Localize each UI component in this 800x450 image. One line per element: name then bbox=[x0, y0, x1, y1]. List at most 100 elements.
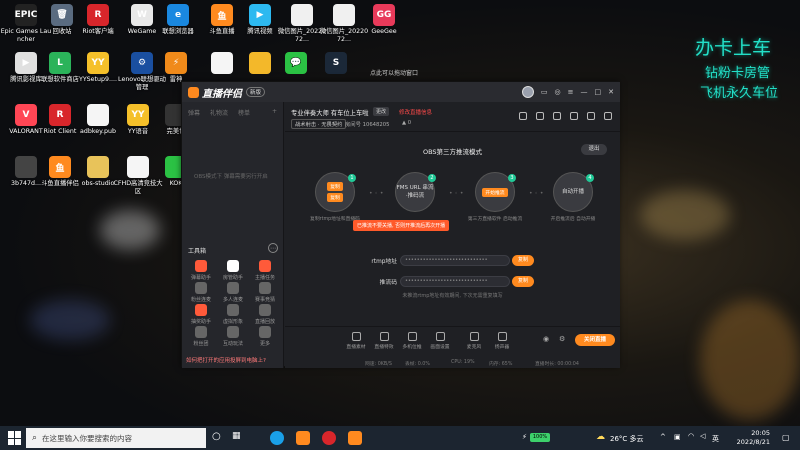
share-screen-icon[interactable] bbox=[553, 112, 561, 120]
steam-icon: S bbox=[325, 52, 347, 74]
input-lang[interactable]: 英 bbox=[712, 434, 719, 444]
tool-item[interactable]: 粉丝连麦 bbox=[186, 282, 216, 303]
avatar[interactable] bbox=[521, 86, 534, 98]
weather-text[interactable]: 26°C 多云 bbox=[610, 434, 644, 444]
wifi-icon[interactable]: ◠ bbox=[688, 432, 694, 440]
skin-icon[interactable]: ◎ bbox=[555, 88, 561, 96]
task-view-icon[interactable]: ○ bbox=[212, 431, 221, 442]
tool-icon bbox=[227, 304, 239, 316]
tool-item[interactable]: 直播回放 bbox=[250, 304, 280, 325]
clock[interactable]: 20:05 2022/8/21 bbox=[737, 429, 770, 447]
step-pill-button[interactable]: 复制 bbox=[327, 182, 343, 191]
step-pill-button[interactable]: 开始推流 bbox=[482, 187, 508, 197]
battery-indicator[interactable]: 100% bbox=[530, 433, 550, 442]
help-notice[interactable]: 如何把打开的应用投屏到电脑上? bbox=[186, 356, 280, 364]
settings-icon[interactable] bbox=[570, 112, 578, 120]
epic-games-launcher-icon: EPIC bbox=[15, 4, 37, 26]
bottom-tool-label: 直播特效 bbox=[374, 345, 394, 350]
rtmp-input[interactable]: •••••••••••••••••••••••••••• bbox=[400, 254, 510, 266]
step-pill-button[interactable]: 复制 bbox=[327, 193, 343, 202]
tab-gifts[interactable]: 礼物流 bbox=[210, 108, 228, 117]
obs-step-3: 3 开始推流 bbox=[475, 172, 516, 212]
stream-key-input[interactable]: •••••••••••••••••••••••••••• bbox=[400, 275, 510, 287]
bottom-tool-item[interactable]: 扬声器 bbox=[489, 332, 515, 350]
menu-icon[interactable]: ≡ bbox=[568, 88, 574, 96]
bottom-tool-item[interactable]: 直播特效 bbox=[371, 332, 397, 350]
tool-item[interactable]: 互动玩法 bbox=[218, 326, 248, 347]
taskview-grid-icon[interactable]: ▦ bbox=[232, 431, 241, 441]
douyu-companion-taskbar-icon[interactable] bbox=[348, 431, 362, 445]
desktop-icon-label: 腾讯视频 bbox=[247, 28, 273, 35]
tool-item[interactable]: 粉丝团 bbox=[186, 326, 216, 347]
tool-item[interactable]: 房管助手 bbox=[218, 260, 248, 281]
main-panel: 专业伴奏大师 有车位上车啦 更改 修改直播信息 战术射击 · 无畏契约 房间号 … bbox=[285, 102, 620, 368]
copy-rtmp-button[interactable]: 复制 bbox=[512, 254, 534, 266]
lock-icon[interactable] bbox=[536, 112, 544, 120]
gift-icon[interactable] bbox=[519, 112, 527, 120]
warning-banner: 已推流不要关播, 否则开推流后再次开播 bbox=[353, 220, 450, 231]
bottom-tool-item[interactable]: 麦克风 bbox=[461, 332, 487, 350]
wechat-image-2-icon bbox=[333, 4, 355, 26]
bottom-tool-item[interactable]: 多机位推 bbox=[399, 332, 425, 350]
search-input[interactable]: 在这里输入你要搜索的内容 bbox=[42, 433, 132, 444]
category-selector[interactable]: 战术射击 · 无畏契约 bbox=[291, 119, 347, 129]
bottom-tool-item[interactable]: 直播素材 bbox=[343, 332, 369, 350]
room-tool-icons bbox=[519, 112, 612, 120]
recycle-bin-icon: 🗑 bbox=[51, 4, 73, 26]
close-icon[interactable]: ✕ bbox=[608, 88, 614, 96]
taskbar-search[interactable]: ⌕ 在这里输入你要搜索的内容 bbox=[26, 428, 206, 448]
bottom-tool-label: 多机位推 bbox=[402, 345, 422, 350]
exit-obs-mode-button[interactable]: 退出 bbox=[581, 144, 607, 155]
bottom-tool-item[interactable]: 画面设置 bbox=[427, 332, 453, 350]
copy-stream-key-button[interactable]: 复制 bbox=[512, 275, 534, 287]
tab-add[interactable]: + bbox=[272, 108, 277, 117]
version-badge[interactable]: 新版 bbox=[246, 87, 266, 97]
step-connector-2: • ◦ • bbox=[449, 190, 464, 197]
maximize-icon[interactable]: □ bbox=[595, 88, 602, 96]
tool-item[interactable]: 更多 bbox=[250, 326, 280, 347]
title-bar[interactable]: 直播伴侣 新版 ▭ ◎ ≡ — □ ✕ bbox=[182, 82, 620, 102]
tool-item[interactable]: 主播任务 bbox=[250, 260, 280, 281]
change-title-button[interactable]: 更改 bbox=[373, 107, 390, 116]
bottom-tool-icon bbox=[351, 332, 361, 341]
tool-item[interactable]: 弹幕助手 bbox=[186, 260, 216, 281]
tray-app-icon[interactable]: ▣ bbox=[674, 433, 681, 441]
message-icon[interactable]: ▭ bbox=[541, 88, 548, 96]
danmu-hint: OBS模式下 弹幕需要另行开启 bbox=[194, 174, 268, 180]
tool-item[interactable]: 抽奖助手 bbox=[186, 304, 216, 325]
minimize-icon[interactable]: — bbox=[581, 88, 588, 96]
share-icon[interactable] bbox=[604, 112, 612, 120]
tray-up-icon[interactable]: ^ bbox=[660, 433, 666, 441]
tab-danmu[interactable]: 弹幕 bbox=[188, 108, 200, 117]
left-panel: 弹幕 礼物流 榜单 + OBS模式下 弹幕需要另行开启 工具箱 ⋯ 弹幕助手 房管… bbox=[182, 102, 284, 368]
status-frame-drop: 丢帧: 0.0% bbox=[405, 362, 430, 367]
desktop-icon-geegee[interactable]: GG GeeGee bbox=[358, 4, 410, 36]
obs-step-2: 2 FMS URL 串流·推码流 bbox=[395, 172, 436, 212]
stop-live-button[interactable]: 关闭直播 bbox=[575, 334, 615, 346]
douyu-logo-icon bbox=[188, 86, 199, 98]
battery-icon: ⚡ bbox=[522, 433, 527, 441]
visibility-icon[interactable]: ◉ bbox=[543, 335, 549, 343]
notification-icon[interactable]: ▢ bbox=[782, 433, 790, 442]
desktop-icon-steam[interactable]: S bbox=[310, 52, 362, 76]
riot-taskbar-icon[interactable] bbox=[322, 431, 336, 445]
drag-hint: 点此可以拖动窗口 bbox=[370, 70, 419, 77]
bottom-settings-icon[interactable]: ⚙ bbox=[559, 335, 565, 343]
toolbox-more-icon[interactable]: ⋯ bbox=[268, 243, 278, 253]
step-connector-1: • ◦ • bbox=[369, 190, 384, 197]
tab-rank[interactable]: 榜单 bbox=[238, 108, 250, 117]
tool-label: 虚拟形象 bbox=[222, 319, 243, 325]
bottom-tool-icon bbox=[469, 332, 479, 341]
windows-start-icon[interactable] bbox=[8, 431, 22, 445]
desktop-icon-leishen[interactable]: ⚡ 雷神 bbox=[150, 52, 202, 84]
edit-live-info-link[interactable]: 修改直播信息 bbox=[399, 108, 432, 116]
tool-item[interactable]: 赛事竞猜 bbox=[250, 282, 280, 303]
tool-item[interactable]: 多人连麦 bbox=[218, 282, 248, 303]
tool-label: 赛事竞猜 bbox=[254, 297, 275, 303]
tool-item[interactable]: 虚拟形象 bbox=[218, 304, 248, 325]
bell-icon[interactable] bbox=[587, 112, 595, 120]
wechat-image-1-icon bbox=[291, 4, 313, 26]
douyu-taskbar-icon[interactable] bbox=[296, 431, 310, 445]
edge-taskbar-icon[interactable] bbox=[270, 431, 284, 445]
volume-icon[interactable]: ◁ bbox=[700, 432, 705, 440]
